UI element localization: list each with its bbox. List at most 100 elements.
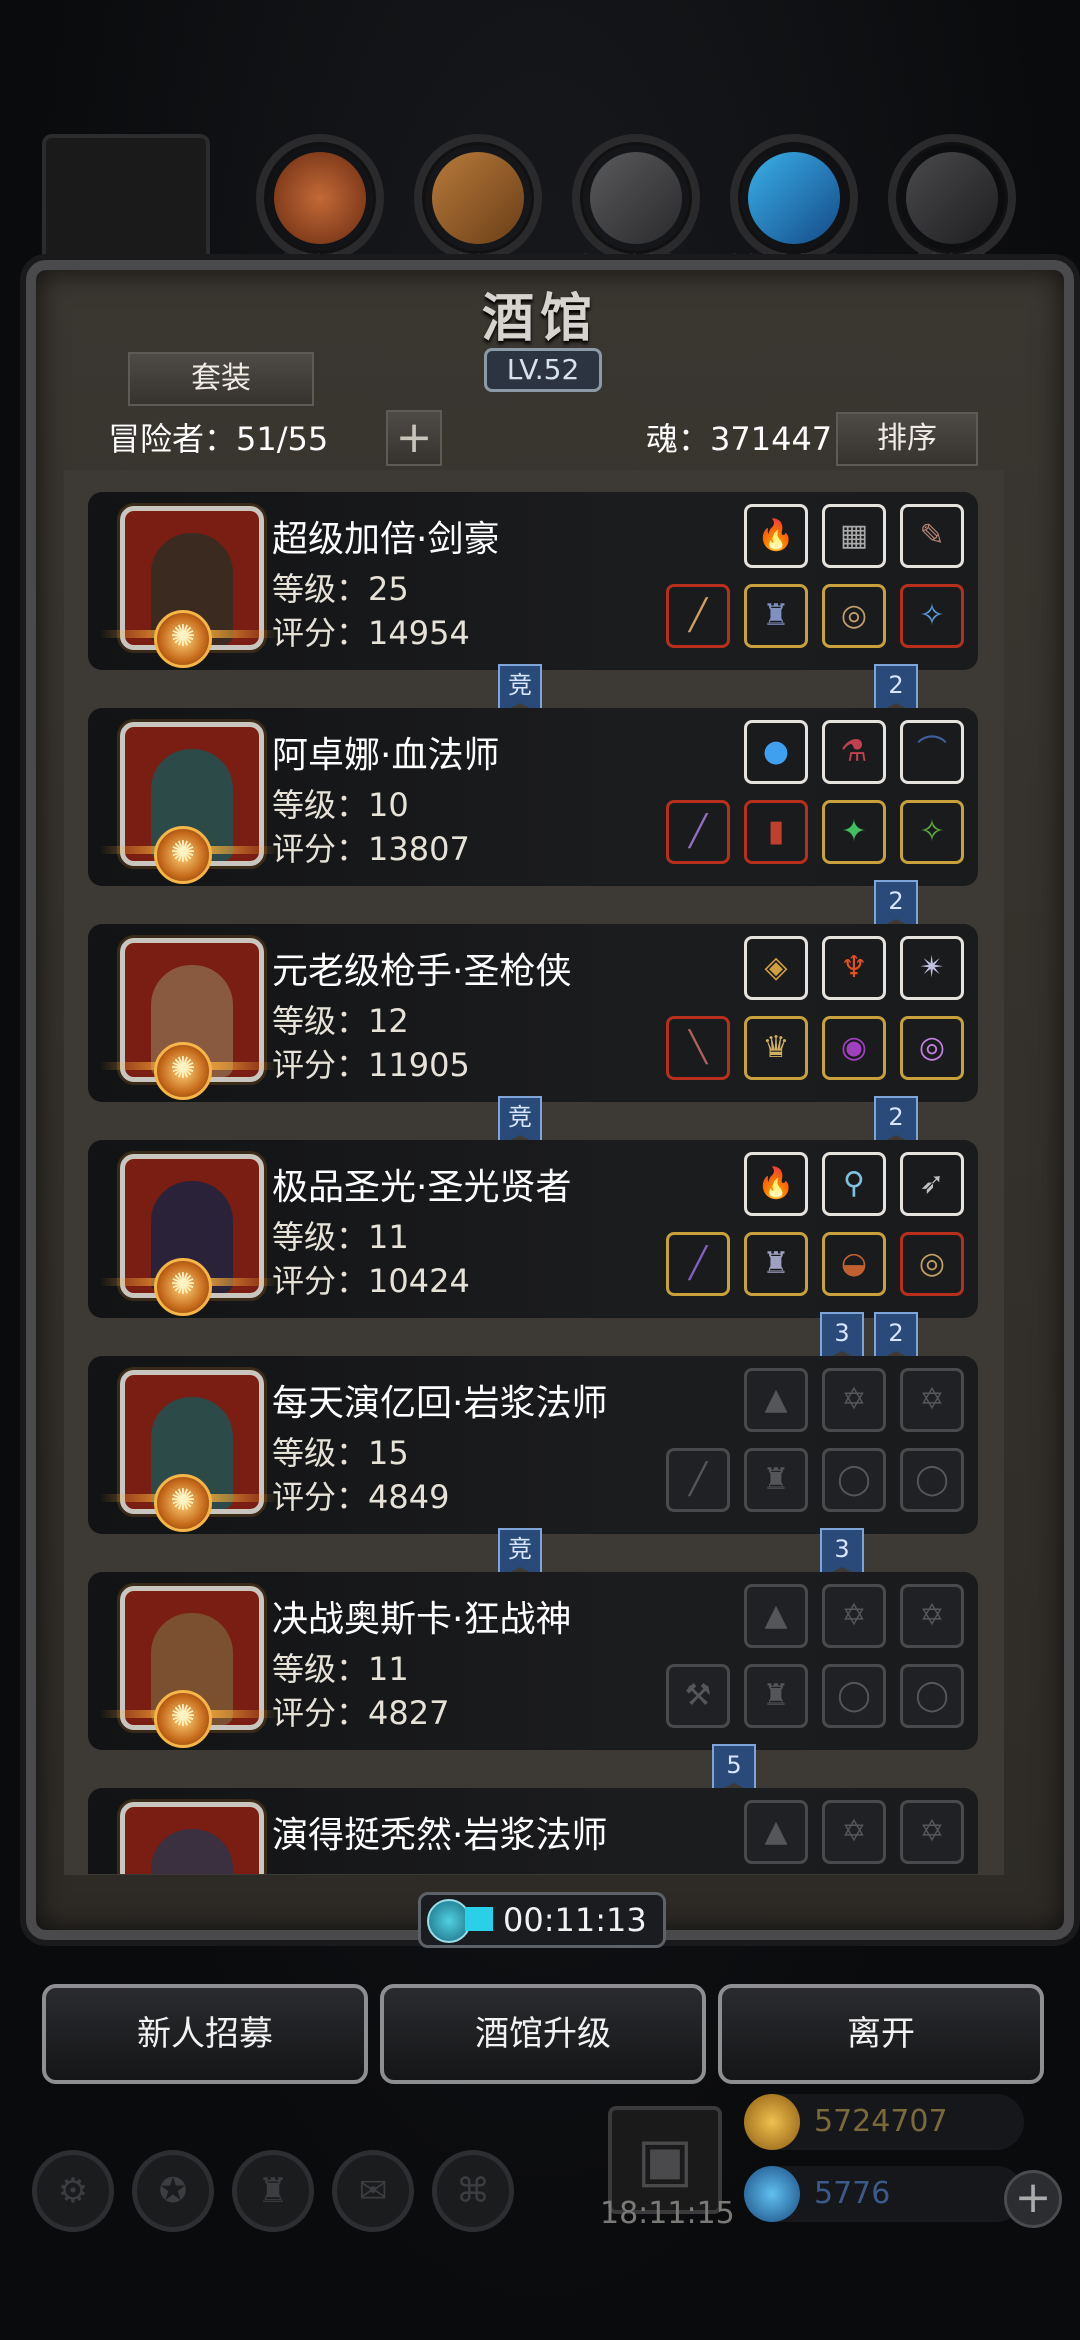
add-currency-button[interactable]: +: [1004, 2170, 1062, 2228]
adventurer-name: 阿卓娜·血法师: [272, 735, 500, 776]
panel-title: 酒馆: [481, 288, 598, 349]
adventurer-card[interactable]: ✺ 超级加倍·剑豪 等级：25 评分：14954 🔥 ▦ ✎ ╱ ♜ ◎ ✧: [88, 492, 978, 670]
adventurer-score: 评分：11905: [272, 1046, 470, 1084]
wood-resource-icon[interactable]: [414, 134, 542, 262]
rank-badge-icon: ✺: [154, 610, 212, 668]
gem-equip-icon[interactable]: ✦: [822, 800, 886, 864]
empty-skill-slot-icon[interactable]: ✡: [822, 1584, 886, 1648]
refresh-timer: 00:11:13: [418, 1892, 666, 1948]
robe-equip-icon[interactable]: ▮: [744, 800, 808, 864]
gun-equip-icon[interactable]: ╲: [666, 1016, 730, 1080]
empty-ring-slot-icon[interactable]: ◯: [900, 1448, 964, 1512]
fire-skill-icon[interactable]: 🔥: [744, 1152, 808, 1216]
helmet-equip-icon[interactable]: ♛: [744, 1016, 808, 1080]
empty-ring-slot-icon[interactable]: ◯: [900, 1664, 964, 1728]
adventurer-count: 冒险者：51/55: [108, 420, 329, 458]
empty-skill-slot-icon[interactable]: ▲: [744, 1584, 808, 1648]
leave-button[interactable]: 离开: [718, 1984, 1044, 2084]
empty-skill-slot-icon[interactable]: ✡: [900, 1368, 964, 1432]
empty-skill-slot-icon[interactable]: ▲: [744, 1368, 808, 1432]
empty-weapon-slot-icon[interactable]: ╱: [666, 1448, 730, 1512]
gem-counter: 5776: [744, 2166, 1024, 2222]
upgrade-tavern-button[interactable]: 酒馆升级: [380, 1984, 706, 2084]
recruit-button[interactable]: 新人招募: [42, 1984, 368, 2084]
gem-icon: [744, 2166, 800, 2222]
orb-skill-icon[interactable]: ●: [744, 720, 808, 784]
adventurer-card[interactable]: ✺ 决战奥斯卡·狂战神 等级：11 评分：4827 ▲ ✡ ✡ ⚒ ♜ ◯ ◯: [88, 1572, 978, 1750]
add-slot-button[interactable]: +: [386, 410, 442, 466]
adventurer-name: 超级加倍·剑豪: [272, 519, 500, 560]
game-clock: 18:11:15: [600, 2196, 735, 2231]
adventurer-score: 评分：4827: [272, 1694, 450, 1732]
meat-resource-icon[interactable]: [256, 134, 384, 262]
fire-skill-icon[interactable]: 🔥: [744, 504, 808, 568]
adventurer-level: 等级：10: [272, 786, 409, 824]
set-button[interactable]: 套装: [128, 352, 314, 406]
staff-equip-icon[interactable]: ╱: [666, 800, 730, 864]
orb-equip-icon[interactable]: ◉: [822, 1016, 886, 1080]
adventurer-card[interactable]: ✺ 阿卓娜·血法师 等级：10 评分：13807 ● ⚗ ⌒ ╱ ▮ ✦ ✧: [88, 708, 978, 886]
empty-ring-slot-icon[interactable]: ◯: [822, 1664, 886, 1728]
necklace-skill-icon[interactable]: ⚲: [822, 1152, 886, 1216]
adventurer-name: 演得挺秃然·岩浆法师: [272, 1815, 608, 1856]
armor-skill-icon[interactable]: ▦: [822, 504, 886, 568]
timer-text: 00:11:13: [503, 1901, 647, 1939]
settings-icon[interactable]: ⚙: [32, 2150, 114, 2232]
adventurer-level: 等级：15: [272, 1434, 409, 1472]
star-skill-icon[interactable]: ✴: [900, 936, 964, 1000]
trophy-skill-icon[interactable]: ♆: [822, 936, 886, 1000]
feather-skill-icon[interactable]: ✎: [900, 504, 964, 568]
helmet-icon[interactable]: ♜: [232, 2150, 314, 2232]
ring-equip-icon[interactable]: ◎: [822, 584, 886, 648]
iron-resource-icon[interactable]: [572, 134, 700, 262]
rank-badge-icon: ✺: [154, 1474, 212, 1532]
crystal-resource-icon[interactable]: [730, 134, 858, 262]
ring-equip-icon[interactable]: ◎: [900, 1016, 964, 1080]
adventurer-level: 等级：11: [272, 1218, 409, 1256]
adventurer-card[interactable]: 演得挺秃然·岩浆法师 ▲ ✡ ✡: [88, 1788, 978, 1874]
shield-skill-icon[interactable]: ◈: [744, 936, 808, 1000]
wand-equip-icon[interactable]: ╱: [666, 1232, 730, 1296]
adventurer-name: 元老级枪手·圣枪侠: [272, 951, 572, 992]
adventurer-level: 等级：11: [272, 1650, 409, 1688]
empty-skill-slot-icon[interactable]: ✡: [822, 1800, 886, 1864]
empty-skill-slot-icon[interactable]: ✡: [822, 1368, 886, 1432]
rank-badge-icon: ✺: [154, 1258, 212, 1316]
map-icon[interactable]: ⌘: [432, 2150, 514, 2232]
armor-equip-icon[interactable]: ♜: [744, 584, 808, 648]
gold-value: 5724707: [814, 2104, 948, 2139]
adventurer-name: 极品圣光·圣光贤者: [272, 1167, 572, 1208]
steel-resource-icon[interactable]: [888, 134, 1016, 262]
empty-ring-slot-icon[interactable]: ◯: [822, 1448, 886, 1512]
adventurer-level: 等级：12: [272, 1002, 409, 1040]
adventurer-score: 评分：10424: [272, 1262, 470, 1300]
sort-button[interactable]: 排序: [836, 412, 978, 466]
empty-armor-slot-icon[interactable]: ♜: [744, 1664, 808, 1728]
mail-icon[interactable]: ✉: [332, 2150, 414, 2232]
gem-value: 5776: [814, 2176, 891, 2211]
rank-badge-icon: ✺: [154, 826, 212, 884]
whip-skill-icon[interactable]: ⌒: [900, 720, 964, 784]
empty-skill-slot-icon[interactable]: ▲: [744, 1800, 808, 1864]
armor-equip-icon[interactable]: ♜: [744, 1232, 808, 1296]
amulet-equip-icon[interactable]: ✧: [900, 584, 964, 648]
resource-bar: 9620 419655 371296 3212640 563003: [0, 128, 1080, 282]
pendant-equip-icon[interactable]: ✧: [900, 800, 964, 864]
sword-equip-icon[interactable]: ╱: [666, 584, 730, 648]
guild-icon[interactable]: ✪: [132, 2150, 214, 2232]
adventurer-score: 评分：4849: [272, 1478, 450, 1516]
potion-skill-icon[interactable]: ⚗: [822, 720, 886, 784]
bracelet-equip-icon[interactable]: ◒: [822, 1232, 886, 1296]
adventurer-portrait: [120, 1802, 264, 1874]
empty-skill-slot-icon[interactable]: ✡: [900, 1800, 964, 1864]
empty-axe-slot-icon[interactable]: ⚒: [666, 1664, 730, 1728]
empty-skill-slot-icon[interactable]: ✡: [900, 1584, 964, 1648]
blade-skill-icon[interactable]: ➶: [900, 1152, 964, 1216]
adventurer-card[interactable]: ✺ 元老级枪手·圣枪侠 等级：12 评分：11905 ◈ ♆ ✴ ╲ ♛ ◉ ◎: [88, 924, 978, 1102]
empty-armor-slot-icon[interactable]: ♜: [744, 1448, 808, 1512]
adventurer-card[interactable]: ✺ 每天演亿回·岩浆法师 等级：15 评分：4849 ▲ ✡ ✡ ╱ ♜ ◯ ◯: [88, 1356, 978, 1534]
ring-equip-icon[interactable]: ◎: [900, 1232, 964, 1296]
gold-coin-icon: [744, 2094, 800, 2150]
adventurer-card[interactable]: ✺ 极品圣光·圣光贤者 等级：11 评分：10424 🔥 ⚲ ➶ ╱ ♜ ◒ ◎: [88, 1140, 978, 1318]
gold-counter: 5724707: [744, 2094, 1024, 2150]
